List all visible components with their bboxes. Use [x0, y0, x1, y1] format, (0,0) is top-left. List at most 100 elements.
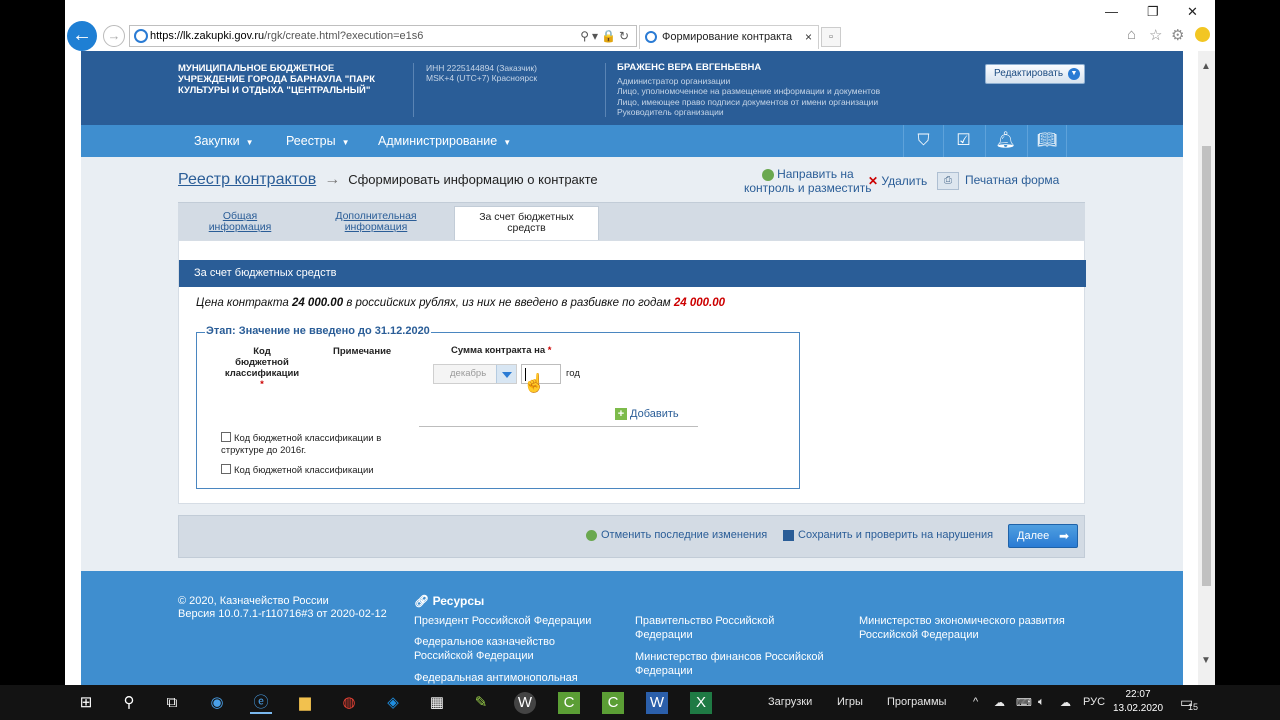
internet-explorer-icon[interactable]: ⓔ: [250, 692, 272, 714]
file-explorer-icon[interactable]: ▆: [294, 692, 316, 714]
language-indicator[interactable]: РУС: [1083, 696, 1105, 708]
plus-icon: +: [615, 408, 627, 421]
app-icon[interactable]: C: [558, 692, 580, 714]
next-button[interactable]: Далее ➡: [1008, 524, 1078, 548]
chrome-icon[interactable]: ◍: [338, 692, 360, 714]
organization-name: МУНИЦИПАЛЬНОЕ БЮДЖЕТНОЕ УЧРЕЖДЕНИЕ ГОРОД…: [178, 63, 376, 96]
checkbox[interactable]: [221, 432, 231, 442]
app-icon[interactable]: ◈: [382, 692, 404, 714]
tab-budget-funds[interactable]: За счет бюджетных средств: [454, 206, 599, 242]
chevron-down-icon[interactable]: [496, 365, 516, 383]
bell-icon[interactable]: 🔔︎: [985, 125, 1025, 157]
page-title: Сформировать информацию о контракте: [348, 172, 598, 187]
scroll-down-icon[interactable]: ▼: [1201, 655, 1211, 666]
delete-button[interactable]: ✕ Удалить: [868, 174, 927, 188]
calculator-icon[interactable]: ▦: [426, 692, 448, 714]
checkbox[interactable]: [221, 464, 231, 474]
user-role: Лицо, имеющее право подписи документов о…: [617, 96, 879, 107]
save-label: Сохранить и проверить на нарушения: [798, 529, 994, 541]
edit-button-label: Редактировать: [994, 68, 1064, 79]
app-icon[interactable]: C: [602, 692, 624, 714]
word-icon[interactable]: W: [646, 692, 668, 714]
scrollbar-thumb[interactable]: [1202, 146, 1211, 586]
windows-taskbar: ⊞ ⚲ ⧉ ◉ ⓔ ▆ ◍ ◈ ▦ ✎ W C C W X Загрузки И…: [0, 685, 1280, 720]
back-arrow-icon[interactable]: ←: [67, 21, 97, 51]
nav-purchases[interactable]: Закупки ▼: [194, 125, 254, 159]
footer-link[interactable]: Президент Российской Федерации: [414, 614, 591, 628]
arrow-right-icon: →: [324, 171, 341, 188]
restore-icon[interactable]: ❐: [1147, 4, 1159, 20]
app-icon[interactable]: ◉: [206, 692, 228, 714]
budget-funds-panel: За счет бюджетных средств Цена контракта…: [178, 240, 1086, 504]
footer-link[interactable]: Федеральное казначейство Российской Федер…: [414, 635, 555, 663]
toolbar-games[interactable]: Игры: [837, 696, 863, 708]
footer-link[interactable]: Федеральная антимонопольная: [414, 671, 578, 685]
excel-icon[interactable]: X: [690, 692, 712, 714]
minimize-icon[interactable]: —: [1105, 4, 1118, 19]
undo-icon: [586, 529, 597, 541]
favorites-star-icon[interactable]: ☆: [1149, 26, 1162, 44]
toolbar-downloads[interactable]: Загрузки: [768, 696, 812, 708]
address-bar[interactable]: https://lk.zakupki.gov.ru/rgk/create.htm…: [129, 25, 637, 47]
feedback-smiley-icon[interactable]: [1195, 27, 1210, 42]
browser-window: ← → https://lk.zakupki.gov.ru/rgk/create…: [65, 0, 1215, 685]
footer-link[interactable]: Министерство финансов Российской Федераци…: [635, 650, 824, 678]
task-view-icon[interactable]: ⧉: [161, 692, 183, 714]
home-icon[interactable]: ⌂: [1127, 26, 1136, 43]
add-button[interactable]: + Добавить: [615, 408, 679, 421]
forward-arrow-icon[interactable]: →: [103, 25, 125, 47]
year-label: год: [566, 368, 580, 379]
toolbar-programs[interactable]: Программы: [887, 696, 946, 708]
send-to-control-button[interactable]: Направить на контроль и разместить: [744, 167, 871, 195]
col-label: классификации: [224, 368, 300, 379]
windows-start-icon[interactable]: ⊞: [75, 692, 97, 714]
scroll-up-icon[interactable]: ▲: [1201, 61, 1211, 72]
breadcrumb-contracts-registry[interactable]: Реестр контрактов: [178, 171, 316, 188]
onedrive-icon[interactable]: ☁: [1060, 696, 1071, 709]
notifications-count: 15: [1188, 702, 1199, 712]
volume-icon[interactable]: 🔈︎: [1038, 696, 1045, 709]
settings-gear-icon[interactable]: ⚙: [1171, 26, 1184, 44]
app-w-icon[interactable]: W: [514, 692, 536, 714]
edit-profile-button[interactable]: Редактировать ▼: [985, 64, 1085, 84]
divider: [413, 63, 414, 117]
org-header: МУНИЦИПАЛЬНОЕ БЮДЖЕТНОЕ УЧРЕЖДЕНИЕ ГОРОД…: [81, 51, 1183, 125]
system-clock[interactable]: 22:07 13.02.2020: [1110, 688, 1166, 716]
save-and-check-button[interactable]: Сохранить и проверить на нарушения: [783, 529, 993, 541]
arrow-right-icon: ➡: [1058, 529, 1069, 543]
divider: [605, 63, 606, 117]
shield-icon[interactable]: ⛉: [903, 125, 943, 157]
tab-close-icon[interactable]: ×: [805, 26, 812, 48]
browser-tab[interactable]: Формирование контракта ×: [639, 25, 819, 49]
print-form-button[interactable]: ⎙ Печатная форма: [937, 172, 1059, 190]
col-label: Код: [253, 346, 271, 357]
print-label: Печатная форма: [965, 173, 1060, 188]
nav-registries[interactable]: Реестры ▼: [286, 125, 350, 159]
app-icon[interactable]: ✎: [470, 692, 492, 714]
vertical-scrollbar[interactable]: ▲ ▼: [1198, 51, 1215, 685]
tab-general-info[interactable]: Общая информация: [200, 211, 280, 233]
required-mark: *: [547, 345, 552, 356]
footer-link[interactable]: Правительство Российской Федерации: [635, 614, 774, 642]
book-search-icon[interactable]: 📖︎: [1027, 125, 1067, 157]
search-icon[interactable]: ⚲: [118, 692, 140, 714]
tab-additional-info[interactable]: Дополнительная информация: [326, 211, 426, 233]
required-mark: *: [260, 379, 264, 390]
price-prefix: Цена контракта: [196, 297, 289, 309]
add-label: Добавить: [630, 408, 679, 420]
checkbox-kbk[interactable]: Код бюджетной классификации: [221, 464, 374, 477]
address-tools-icon[interactable]: ⚲▾🔒↻: [580, 26, 632, 46]
calendar-check-icon[interactable]: ☑: [943, 125, 983, 157]
checkbox-kbk-pre-2016[interactable]: Код бюджетной классификации в структуре …: [221, 432, 381, 457]
cloud-icon[interactable]: ☁: [994, 696, 1005, 709]
month-select[interactable]: декабрь: [433, 364, 517, 384]
new-tab-icon[interactable]: ▫: [821, 27, 841, 47]
undo-changes-button[interactable]: Отменить последние изменения: [586, 529, 767, 541]
close-window-icon[interactable]: ✕: [1187, 4, 1198, 20]
contract-price-line: Цена контракта 24 000.00 в российских ру…: [196, 297, 725, 309]
nav-administration[interactable]: Администрирование ▼: [378, 125, 511, 159]
footer-link-text: Министерство финансов Российской: [635, 651, 824, 663]
network-icon[interactable]: ⌨: [1016, 696, 1032, 709]
footer-link[interactable]: Министерство экономического развития Росс…: [859, 614, 1065, 642]
tray-chevron-icon[interactable]: ^: [973, 696, 978, 708]
